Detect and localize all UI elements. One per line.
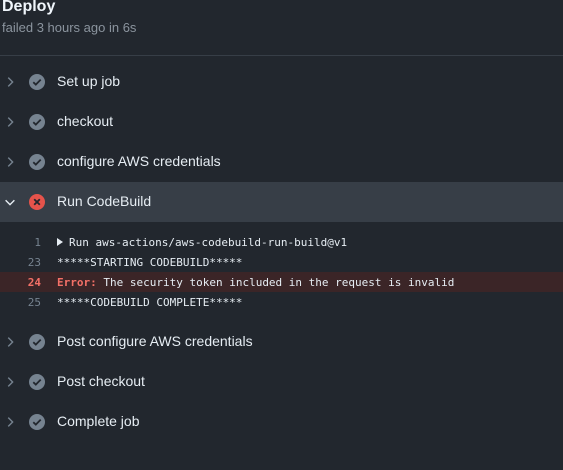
check-circle-icon xyxy=(29,414,45,430)
step-log: 1 Run aws-actions/aws-codebuild-run-buil… xyxy=(0,222,563,322)
line-number[interactable]: 25 xyxy=(0,296,41,309)
chevron-right-icon xyxy=(7,117,14,127)
check-circle-icon xyxy=(29,74,45,90)
chevron-right-icon xyxy=(7,377,14,387)
step-post-configure-aws-credentials[interactable]: Post configure AWS credentials xyxy=(0,322,563,362)
job-header: Deploy failed 3 hours ago in 6s xyxy=(0,0,563,56)
chevron-right-icon xyxy=(7,417,14,427)
step-complete-job[interactable]: Complete job xyxy=(0,402,563,442)
log-line-error: 24 Error: The security token included in… xyxy=(0,272,563,292)
caret-right-icon xyxy=(57,237,63,246)
step-checkout[interactable]: checkout xyxy=(0,102,563,142)
step-label: Run CodeBuild xyxy=(57,193,152,209)
log-line[interactable]: 1 Run aws-actions/aws-codebuild-run-buil… xyxy=(0,232,563,252)
step-label: Complete job xyxy=(57,413,140,429)
log-line: 23 *****STARTING CODEBUILD***** xyxy=(0,252,563,272)
job-status: failed 3 hours ago in 6s xyxy=(2,20,137,35)
step-label: Set up job xyxy=(57,73,121,89)
line-number[interactable]: 24 xyxy=(0,276,41,289)
log-text: Error: The security token included in th… xyxy=(57,276,454,289)
check-circle-icon xyxy=(29,334,45,350)
log-group-toggle[interactable]: Run aws-actions/aws-codebuild-run-build@… xyxy=(57,236,347,249)
chevron-right-icon xyxy=(7,77,14,87)
step-label: configure AWS credentials xyxy=(57,153,221,169)
step-label: Post configure AWS credentials xyxy=(57,333,253,349)
chevron-right-icon xyxy=(7,157,14,167)
log-text: *****CODEBUILD COMPLETE***** xyxy=(57,295,243,309)
check-circle-icon xyxy=(29,114,45,130)
steps-list: Set up job checkout configure AWS creden… xyxy=(0,62,563,442)
chevron-down-icon xyxy=(5,199,15,206)
step-label: checkout xyxy=(57,113,114,129)
error-prefix: Error: xyxy=(57,275,97,289)
error-message: The security token included in the reque… xyxy=(96,275,455,289)
step-run-codebuild[interactable]: Run CodeBuild xyxy=(0,182,563,222)
step-configure-aws-credentials[interactable]: configure AWS credentials xyxy=(0,142,563,182)
log-line: 25 *****CODEBUILD COMPLETE***** xyxy=(0,292,563,312)
step-label: Post checkout xyxy=(57,373,145,389)
job-title: Deploy xyxy=(2,0,56,15)
x-circle-icon xyxy=(29,194,45,210)
check-circle-icon xyxy=(29,154,45,170)
step-post-checkout[interactable]: Post checkout xyxy=(0,362,563,402)
line-number[interactable]: 1 xyxy=(0,236,41,249)
log-text: *****STARTING CODEBUILD***** xyxy=(57,255,243,269)
step-set-up-job[interactable]: Set up job xyxy=(0,62,563,102)
line-number[interactable]: 23 xyxy=(0,256,41,269)
check-circle-icon xyxy=(29,374,45,390)
log-text: Run aws-actions/aws-codebuild-run-build@… xyxy=(69,235,348,249)
chevron-right-icon xyxy=(7,337,14,347)
